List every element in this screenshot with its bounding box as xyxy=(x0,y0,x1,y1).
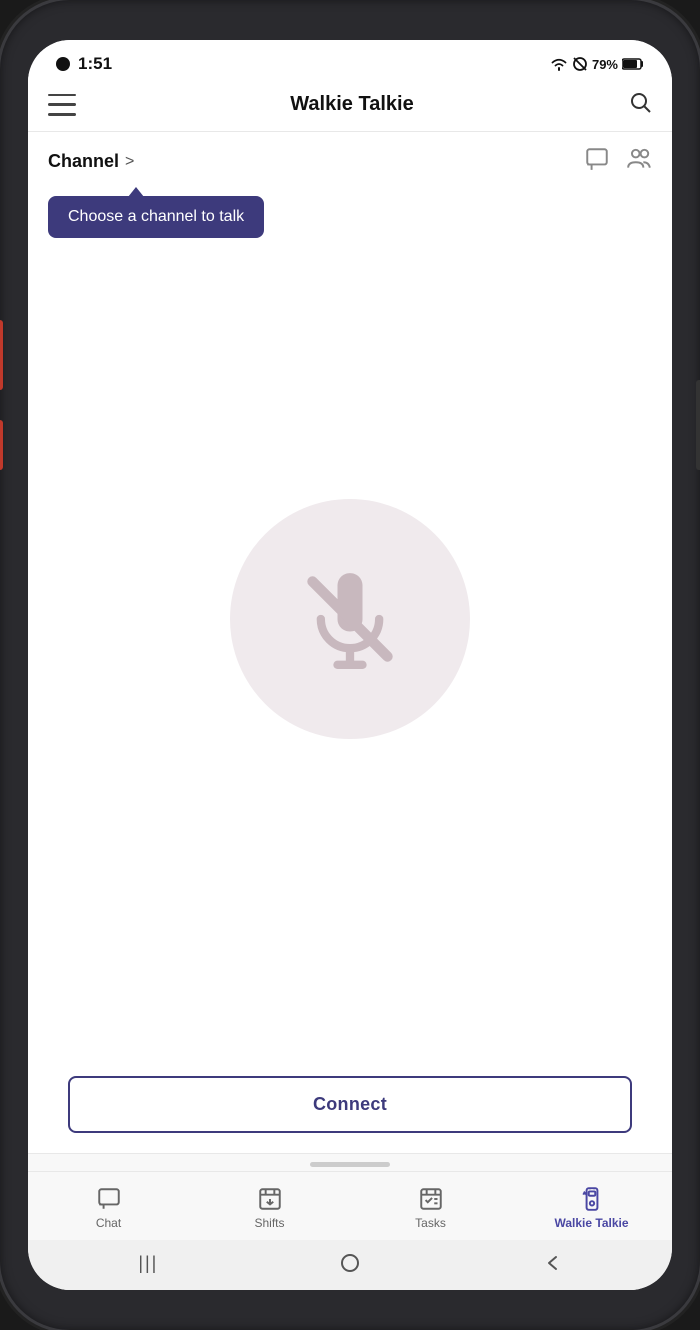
phone-outer: 1:51 79% xyxy=(0,0,700,1330)
power-button[interactable] xyxy=(696,380,700,470)
connect-button[interactable]: Connect xyxy=(68,1076,632,1133)
channel-chevron-icon: > xyxy=(125,153,134,171)
home-icon xyxy=(339,1252,361,1274)
channel-label: Channel xyxy=(48,151,119,172)
status-time-area: 1:51 xyxy=(56,54,112,74)
recent-apps-icon: ||| xyxy=(138,1253,158,1274)
tooltip-box: Choose a channel to talk xyxy=(48,196,264,238)
handle-bar xyxy=(310,1162,390,1167)
nav-chat-label: Chat xyxy=(96,1216,121,1230)
nav-item-shifts[interactable]: Shifts xyxy=(189,1180,350,1236)
bottom-handle xyxy=(28,1153,672,1171)
nav-shifts-label: Shifts xyxy=(254,1216,284,1230)
location-off-icon xyxy=(572,56,588,72)
status-bar: 1:51 79% xyxy=(28,40,672,82)
recent-apps-button[interactable]: ||| xyxy=(138,1253,158,1274)
channel-header: Channel > xyxy=(28,132,672,187)
nav-item-tasks[interactable]: Tasks xyxy=(350,1180,511,1236)
battery-text: 79% xyxy=(592,57,618,72)
top-nav: Walkie Talkie xyxy=(28,82,672,132)
search-button[interactable] xyxy=(628,90,652,119)
members-icon[interactable] xyxy=(626,146,652,177)
back-icon xyxy=(542,1253,562,1273)
status-icons: 79% xyxy=(550,56,644,72)
app-title: Walkie Talkie xyxy=(290,93,413,116)
connect-button-area: Connect xyxy=(28,1060,672,1153)
tooltip-text: Choose a channel to talk xyxy=(68,208,244,225)
time-display: 1:51 xyxy=(78,54,112,74)
hamburger-menu[interactable] xyxy=(48,94,76,116)
nav-item-walkie-talkie[interactable]: Walkie Talkie xyxy=(511,1180,672,1236)
battery-icon xyxy=(622,58,644,70)
mic-disabled-circle xyxy=(230,499,470,739)
tasks-nav-icon xyxy=(418,1186,444,1212)
tooltip-wrapper: Choose a channel to talk xyxy=(28,187,672,238)
camera-dot xyxy=(56,57,70,71)
nav-tasks-label: Tasks xyxy=(415,1216,446,1230)
channel-action-icons xyxy=(584,146,652,177)
mic-off-icon xyxy=(300,569,400,669)
nav-item-chat[interactable]: Chat xyxy=(28,1180,189,1236)
back-button[interactable] xyxy=(542,1253,562,1273)
nav-walkie-label: Walkie Talkie xyxy=(554,1216,628,1230)
volume-up-button[interactable] xyxy=(0,320,3,390)
channel-selector[interactable]: Channel > xyxy=(48,151,134,172)
home-button[interactable] xyxy=(339,1252,361,1274)
system-nav: ||| xyxy=(28,1240,672,1290)
bottom-nav: Chat Shifts xyxy=(28,1171,672,1240)
shifts-nav-icon xyxy=(257,1186,283,1212)
chat-icon[interactable] xyxy=(584,146,610,177)
wifi-icon xyxy=(550,57,568,71)
volume-down-button[interactable] xyxy=(0,420,3,470)
chat-nav-icon xyxy=(96,1186,122,1212)
walkie-talkie-nav-icon xyxy=(579,1186,605,1212)
main-content xyxy=(28,238,672,1060)
phone-screen: 1:51 79% xyxy=(28,40,672,1290)
